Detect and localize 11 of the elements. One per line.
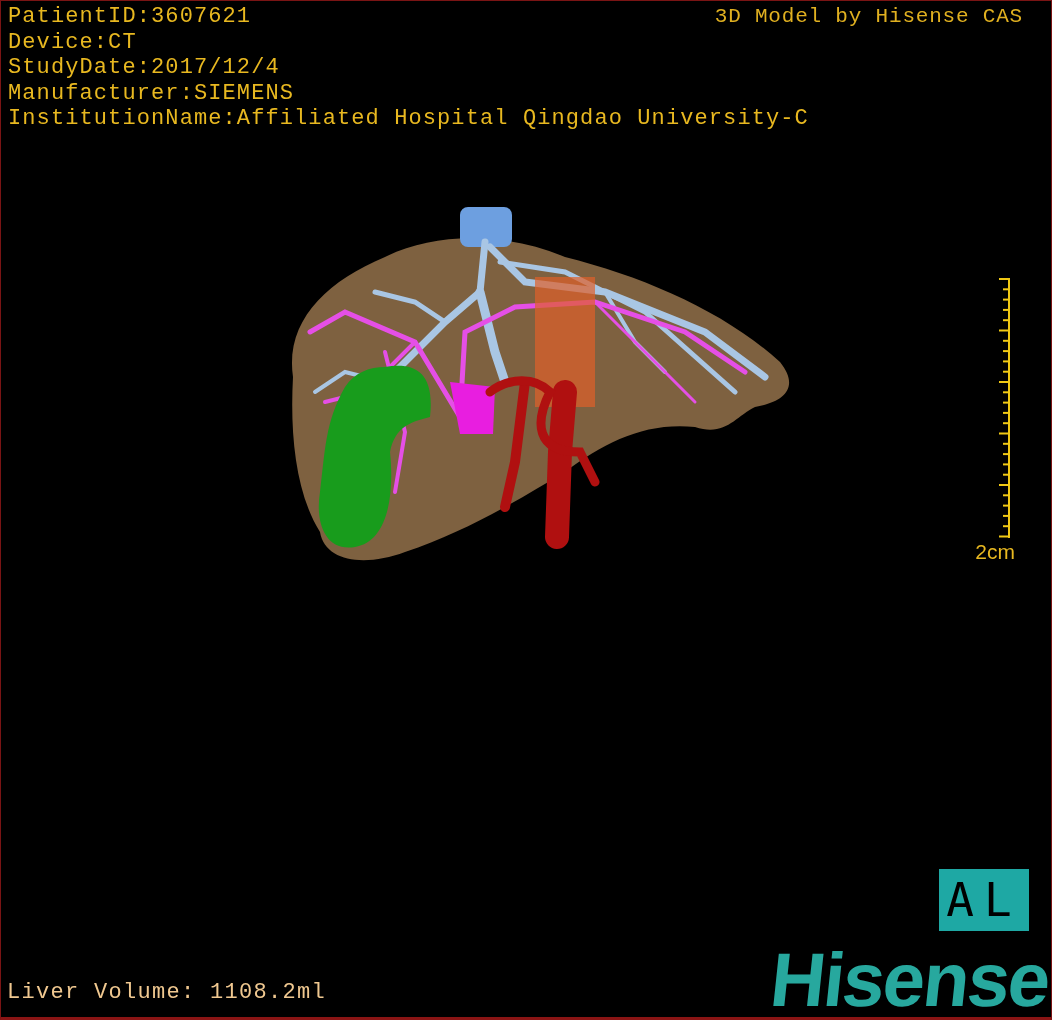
dicom-info-text: Device:CT <box>8 29 138 55</box>
orientation-marker: AL <box>939 869 1029 931</box>
dicom-info-text: Manufacturer:SIEMENS <box>8 80 296 106</box>
scale-ruler-icon <box>997 277 1012 538</box>
liver-volume-text: Liver Volume: 1108.2ml <box>7 980 327 1005</box>
brand-logo: Hisense <box>766 945 1051 1015</box>
scale-label: 2cm <box>975 539 1015 564</box>
dicom-info-text: InstitutionName:Affiliated Hospital Qingdao University-C <box>8 106 810 132</box>
dicom-info-text: StudyDate:2017/12/4 <box>8 55 281 81</box>
dicom-info-text: PatientID:3607621 <box>8 4 252 30</box>
credit-text: 3D Model by Hisense CAS <box>714 4 1023 30</box>
